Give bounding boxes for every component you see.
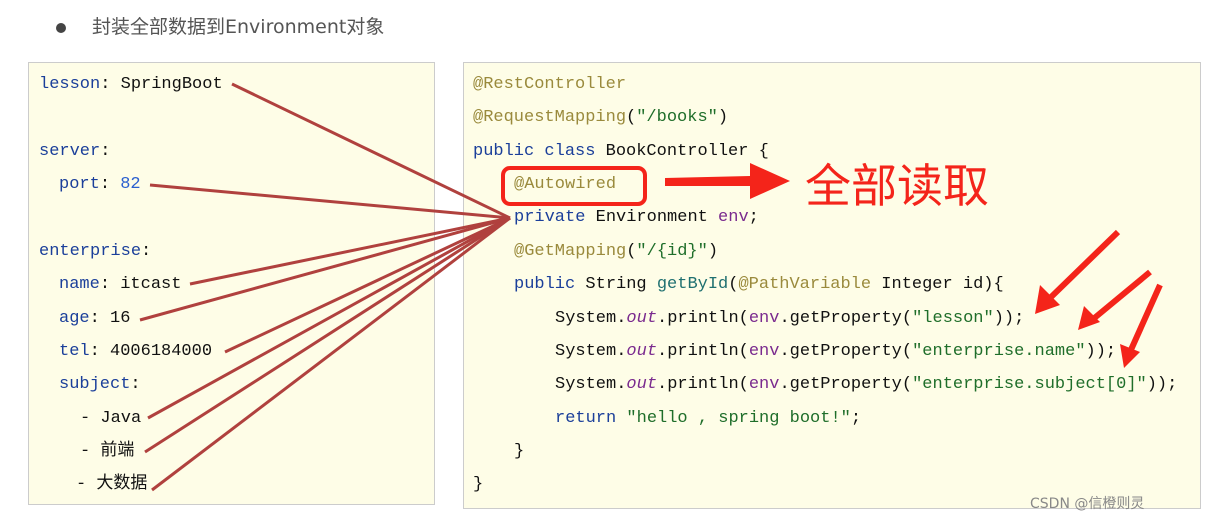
connector-line: [147, 216, 511, 420]
red-arrow-icon: [665, 163, 790, 199]
arrow-icon: [1127, 283, 1163, 354]
pointer-arrows: [1035, 229, 1163, 368]
connector-line: [189, 216, 511, 286]
arrow-icon: [1045, 229, 1121, 303]
highlight-box: [501, 166, 647, 206]
annotation-overlay: [139, 82, 1163, 492]
connector-line: [149, 183, 511, 220]
connector-line: [231, 82, 511, 220]
connector-line: [144, 216, 511, 454]
arrow-icon: [1090, 269, 1152, 323]
annotation-label: 全部读取: [805, 159, 989, 213]
connector-lines: [139, 82, 511, 492]
watermark: CSDN @信橙则灵: [1030, 496, 1145, 512]
connector-line: [151, 216, 511, 492]
